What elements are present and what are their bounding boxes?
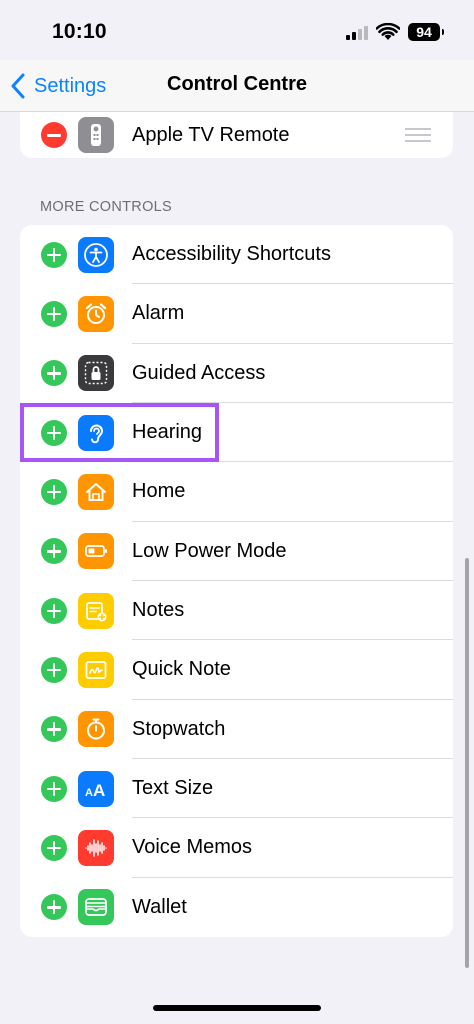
- battery-icon: [78, 533, 114, 570]
- status-time: 10:10: [52, 20, 107, 43]
- home-icon: [78, 473, 114, 510]
- wallet-icon: [78, 889, 114, 926]
- add-control-button[interactable]: [41, 597, 67, 624]
- quick-note-icon: [78, 651, 114, 688]
- text-size-icon: A A: [78, 770, 114, 807]
- add-control-button[interactable]: [41, 478, 67, 505]
- list-item-stopwatch: Stopwatch: [20, 700, 453, 759]
- battery-level: 94: [408, 23, 444, 41]
- list-item-hearing: Hearing: [20, 403, 453, 463]
- control-label: Quick Note: [132, 658, 231, 681]
- control-label: Alarm: [132, 302, 185, 325]
- list-item-notes: Notes: [20, 581, 453, 641]
- lock-icon: [78, 355, 114, 392]
- more-controls-list: Accessibility Shortcuts Alarm Guided Acc…: [20, 225, 453, 937]
- list-item-low-power-mode: Low Power Mode: [20, 522, 453, 581]
- navigation-bar: Settings Control Centre: [0, 60, 474, 112]
- list-item-home: Home: [20, 462, 453, 522]
- add-control-button[interactable]: [41, 716, 67, 743]
- home-indicator[interactable]: [153, 1005, 321, 1011]
- control-label: Hearing: [132, 421, 203, 444]
- svg-text:A: A: [85, 787, 93, 799]
- list-item-text-size: A A Text Size: [20, 759, 453, 819]
- list-item-wallet: Wallet: [20, 878, 453, 937]
- control-label: Low Power Mode: [132, 539, 287, 562]
- status-bar: 10:10 94: [0, 0, 474, 60]
- control-label: Accessibility Shortcuts: [132, 243, 331, 266]
- ear-icon: [78, 414, 114, 451]
- section-header-more-controls: MORE CONTROLS: [40, 199, 172, 215]
- list-item-guided-access: Guided Access: [20, 344, 453, 403]
- list-item-alarm: Alarm: [20, 284, 453, 344]
- add-control-button[interactable]: [41, 894, 67, 921]
- add-control-button[interactable]: [41, 419, 67, 446]
- tv-remote-icon: [78, 117, 114, 153]
- page-title: Control Centre: [167, 73, 307, 95]
- scrollbar[interactable]: [465, 558, 469, 968]
- included-controls-list: Apple TV Remote: [20, 112, 453, 158]
- list-item-quick-note: Quick Note: [20, 640, 453, 700]
- control-label: Guided Access: [132, 361, 266, 384]
- add-control-button[interactable]: [41, 656, 67, 683]
- svg-text:A: A: [93, 781, 105, 800]
- add-control-button[interactable]: [41, 241, 67, 268]
- control-label: Notes: [132, 599, 185, 622]
- list-item-apple-tv-remote: Apple TV Remote: [20, 112, 453, 158]
- control-label: Text Size: [132, 777, 214, 800]
- notes-icon: [78, 592, 114, 629]
- waveform-icon: [78, 829, 114, 866]
- control-label: Wallet: [132, 895, 187, 918]
- cellular-signal-icon: [346, 26, 368, 40]
- wifi-icon: [376, 23, 400, 40]
- add-control-button[interactable]: [41, 300, 67, 327]
- control-label: Stopwatch: [132, 717, 226, 740]
- list-item-voice-memos: Voice Memos: [20, 818, 453, 878]
- add-control-button[interactable]: [41, 538, 67, 565]
- control-label: Voice Memos: [132, 836, 253, 859]
- add-control-button[interactable]: [41, 834, 67, 861]
- add-control-button[interactable]: [41, 775, 67, 802]
- control-label: Apple TV Remote: [132, 123, 290, 146]
- remove-control-button[interactable]: [41, 122, 67, 148]
- add-control-button[interactable]: [41, 360, 67, 387]
- accessibility-icon: [78, 236, 114, 273]
- control-centre-screen: 10:10 94 Settings Control Centre Apple T…: [0, 0, 474, 1024]
- control-label: Home: [132, 480, 186, 503]
- alarm-clock-icon: [78, 295, 114, 332]
- reorder-handle-icon[interactable]: [405, 128, 431, 142]
- stopwatch-icon: [78, 711, 114, 748]
- list-item-accessibility-shortcuts: Accessibility Shortcuts: [20, 225, 453, 285]
